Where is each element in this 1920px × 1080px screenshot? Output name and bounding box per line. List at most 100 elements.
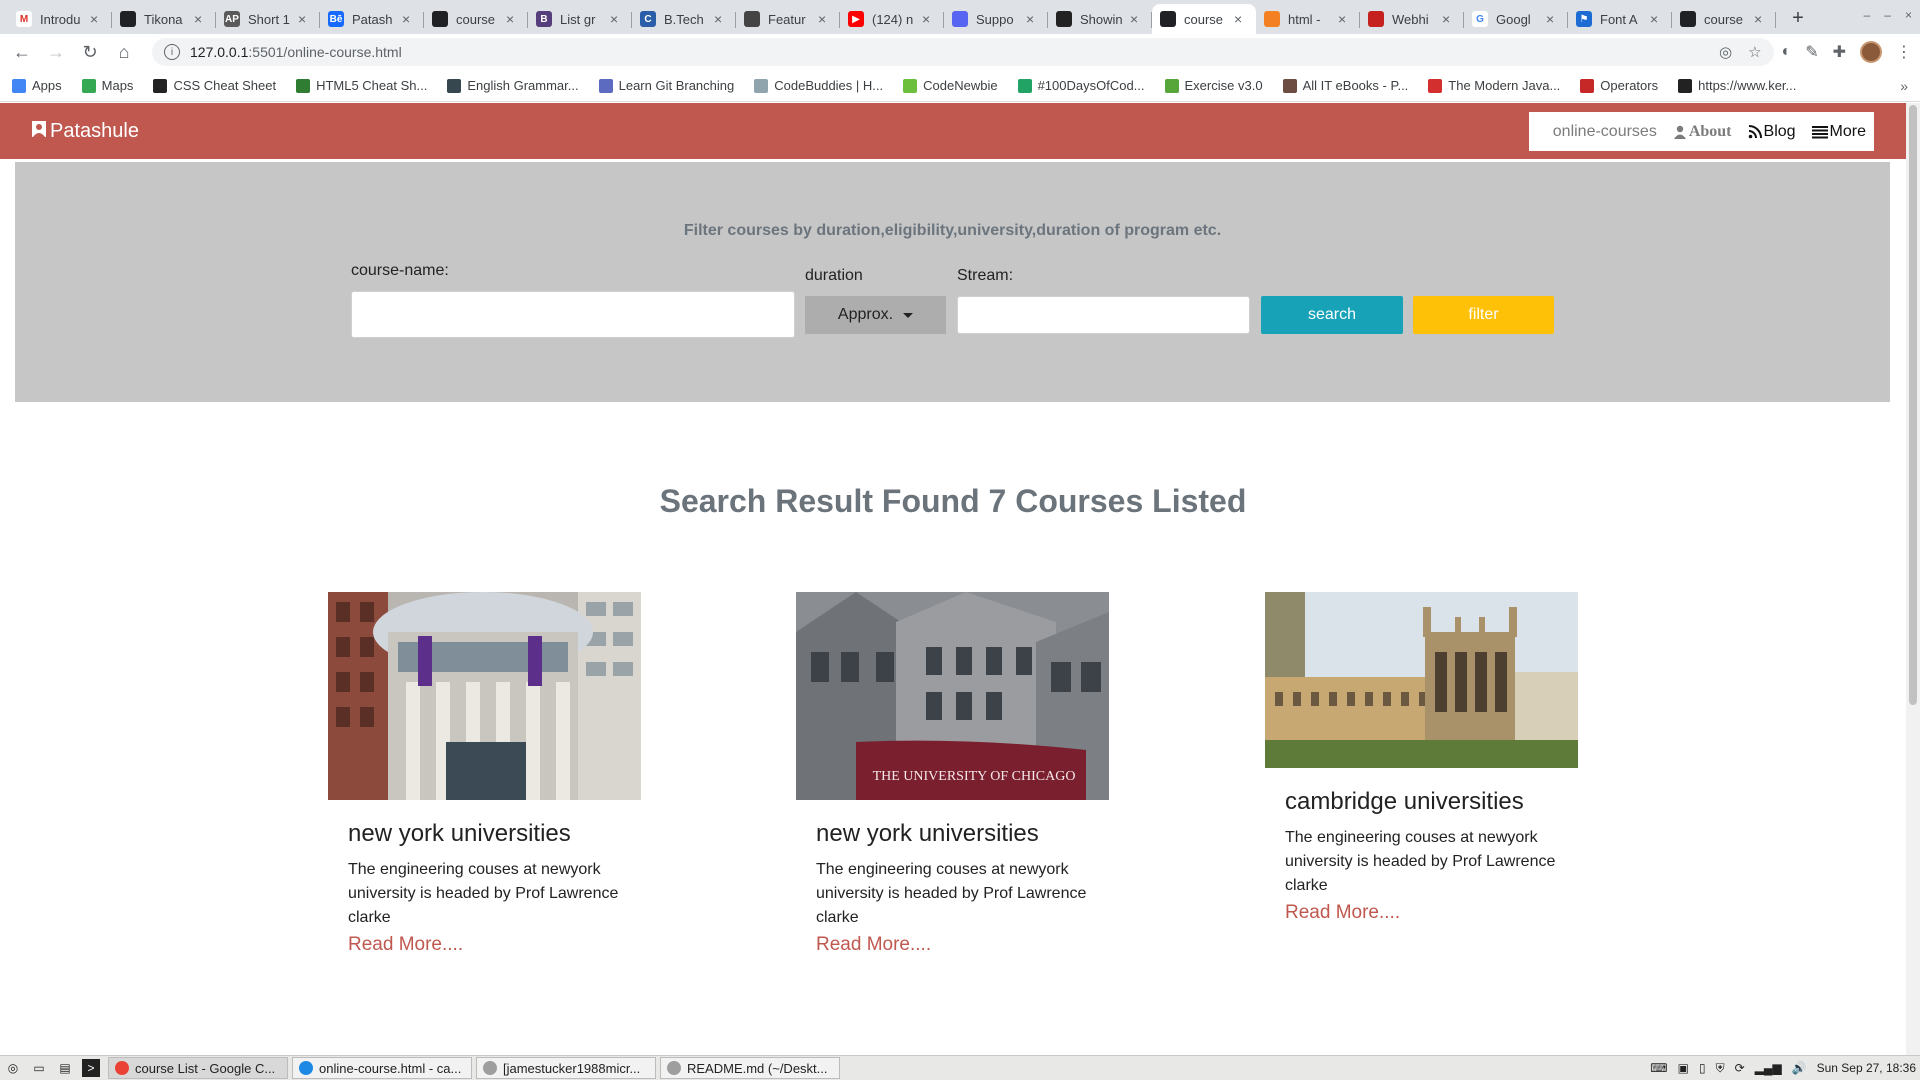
nav-about[interactable]: About — [1673, 123, 1732, 141]
menu-dots-icon[interactable]: ⋮ — [1896, 42, 1912, 62]
tab-close-icon[interactable]: × — [402, 11, 416, 27]
bookmark-item[interactable]: Exercise v3.0 — [1164, 78, 1263, 93]
nav-blog[interactable]: Blog — [1748, 123, 1796, 141]
brand-logo[interactable]: Patashule — [30, 120, 139, 143]
tab-close-icon[interactable]: × — [610, 11, 624, 27]
terminal-icon[interactable]: > — [82, 1059, 100, 1077]
browser-tab[interactable]: Featur × — [736, 4, 840, 34]
browser-tab[interactable]: M Introdu × — [8, 4, 112, 34]
tab-close-icon[interactable]: × — [1130, 11, 1144, 27]
bookmark-star-icon[interactable]: ☆ — [1748, 43, 1761, 61]
extension-pen-icon[interactable]: ✎ — [1805, 42, 1818, 62]
browser-tab[interactable]: html - × — [1256, 4, 1360, 34]
tab-close-icon[interactable]: × — [1234, 11, 1248, 27]
tab-close-icon[interactable]: × — [194, 11, 208, 27]
tab-close-icon[interactable]: × — [714, 11, 728, 27]
browser-tab[interactable]: B List gr × — [528, 4, 632, 34]
bookmark-item[interactable]: English Grammar... — [447, 78, 579, 93]
tab-close-icon[interactable]: × — [1338, 11, 1352, 27]
profile-avatar[interactable] — [1860, 41, 1882, 63]
browser-tab[interactable]: Webhi × — [1360, 4, 1464, 34]
browser-tab[interactable]: Tikona × — [112, 4, 216, 34]
browser-tab[interactable]: ▶ (124) n × — [840, 4, 944, 34]
keyboard-icon[interactable]: ⌨ — [1650, 1061, 1667, 1075]
course-name-input[interactable] — [351, 291, 795, 338]
browser-tab[interactable]: Bē Patash × — [320, 4, 424, 34]
bookmark-item[interactable]: HTML5 Cheat Sh... — [296, 78, 427, 93]
home-icon[interactable]: ⌂ — [110, 38, 138, 66]
bookmark-item[interactable]: CodeBuddies | H... — [754, 78, 883, 93]
tab-close-icon[interactable]: × — [298, 11, 312, 27]
search-button[interactable]: search — [1261, 296, 1403, 334]
bookmark-item[interactable]: The Modern Java... — [1428, 78, 1560, 93]
nav-online-courses[interactable]: online-courses — [1553, 123, 1657, 141]
bookmark-item[interactable]: #100DaysOfCod... — [1017, 78, 1145, 93]
site-info-icon[interactable]: i — [164, 44, 180, 60]
browser-tab[interactable]: C B.Tech × — [632, 4, 736, 34]
browser-tab[interactable]: course × — [1152, 4, 1256, 34]
network-icon[interactable]: ▂▄▆ — [1755, 1061, 1782, 1075]
clock[interactable]: Sun Sep 27, 18:36 — [1817, 1061, 1916, 1075]
more-bookmarks-icon[interactable]: » — [1900, 78, 1908, 94]
tab-close-icon[interactable]: × — [1442, 11, 1456, 27]
bookmark-item[interactable]: Operators — [1580, 78, 1658, 93]
maximize-icon[interactable]: – — [1884, 8, 1891, 22]
browser-tab[interactable]: ⚑ Font A × — [1568, 4, 1672, 34]
bookmark-item[interactable]: Learn Git Branching — [598, 78, 734, 93]
volume-icon[interactable]: 🔊 — [1792, 1061, 1807, 1075]
taskbar-window-button[interactable]: course List - Google C... — [108, 1057, 288, 1079]
duration-dropdown[interactable]: Approx. — [805, 296, 946, 334]
taskbar-window-button[interactable]: online-course.html - ca... — [292, 1057, 472, 1079]
nav-more[interactable]: More — [1811, 123, 1866, 141]
browser-tab[interactable]: Showin × — [1048, 4, 1152, 34]
close-window-icon[interactable]: × — [1905, 8, 1912, 22]
browser-tab[interactable]: course × — [1672, 4, 1776, 34]
back-arrow-icon[interactable]: ← — [8, 38, 36, 66]
extension-icon[interactable]: ◐ — [1782, 43, 1792, 61]
tab-close-icon[interactable]: × — [818, 11, 832, 27]
bookmark-item[interactable]: https://www.ker... — [1678, 78, 1796, 93]
eye-slash-icon[interactable]: ◎ — [1719, 43, 1732, 61]
bookmark-item[interactable]: Maps — [81, 78, 133, 93]
reload-icon[interactable]: ↻ — [76, 38, 104, 66]
stream-input[interactable] — [957, 296, 1250, 334]
browser-tab[interactable]: G Googl × — [1464, 4, 1568, 34]
bookmark-item[interactable]: Apps — [12, 78, 62, 93]
filter-button[interactable]: filter — [1413, 296, 1554, 334]
display-icon[interactable]: ▣ — [1678, 1061, 1689, 1075]
tab-close-icon[interactable]: × — [1546, 11, 1560, 27]
tab-title: (124) n — [872, 11, 914, 27]
tab-close-icon[interactable]: × — [506, 11, 520, 27]
browser-tab[interactable]: AP Short 1 × — [216, 4, 320, 34]
read-more-link[interactable]: Read More.... — [348, 934, 621, 956]
taskbar-window-button[interactable]: [jamestucker1988micr... — [476, 1057, 656, 1079]
bookmark-item[interactable]: CSS Cheat Sheet — [153, 78, 276, 93]
tab-close-icon[interactable]: × — [922, 11, 936, 27]
minimize-icon[interactable]: – — [1864, 8, 1871, 22]
tab-title: html - — [1288, 11, 1321, 27]
browser-tab-strip: M Introdu × Tikona × AP Short 1 × Bē Patash × cours… — [0, 0, 1920, 34]
show-desktop-icon[interactable]: ▭ — [30, 1059, 48, 1077]
start-menu-icon[interactable]: ◎ — [4, 1059, 22, 1077]
bookmark-item[interactable]: CodeNewbie — [903, 78, 998, 93]
shield-icon[interactable]: ⛨ — [1716, 1061, 1725, 1076]
tab-close-icon[interactable]: × — [1650, 11, 1664, 27]
address-bar[interactable]: i 127.0.0.1:5501/online-course.html ◎ ☆ — [152, 38, 1774, 66]
page-scrollbar[interactable] — [1906, 103, 1920, 1055]
browser-tab[interactable]: Suppo × — [944, 4, 1048, 34]
tab-close-icon[interactable]: × — [1754, 11, 1768, 27]
tab-close-icon[interactable]: × — [90, 11, 104, 27]
updates-icon[interactable]: ⟳ — [1735, 1061, 1745, 1075]
read-more-link[interactable]: Read More.... — [1285, 902, 1558, 924]
bookmark-item[interactable]: All IT eBooks - P... — [1282, 78, 1408, 93]
clipboard-icon[interactable]: ▯ — [1699, 1061, 1706, 1075]
forward-arrow-icon[interactable]: → — [42, 38, 70, 66]
read-more-link[interactable]: Read More.... — [816, 934, 1089, 956]
puzzle-icon[interactable]: ✚ — [1833, 42, 1846, 62]
file-manager-icon[interactable]: ▤ — [56, 1059, 74, 1077]
scrollbar-thumb[interactable] — [1909, 105, 1917, 705]
browser-tab[interactable]: course × — [424, 4, 528, 34]
taskbar-window-button[interactable]: README.md (~/Deskt... — [660, 1057, 840, 1079]
new-tab-button[interactable]: + — [1784, 4, 1812, 32]
tab-close-icon[interactable]: × — [1026, 11, 1040, 27]
